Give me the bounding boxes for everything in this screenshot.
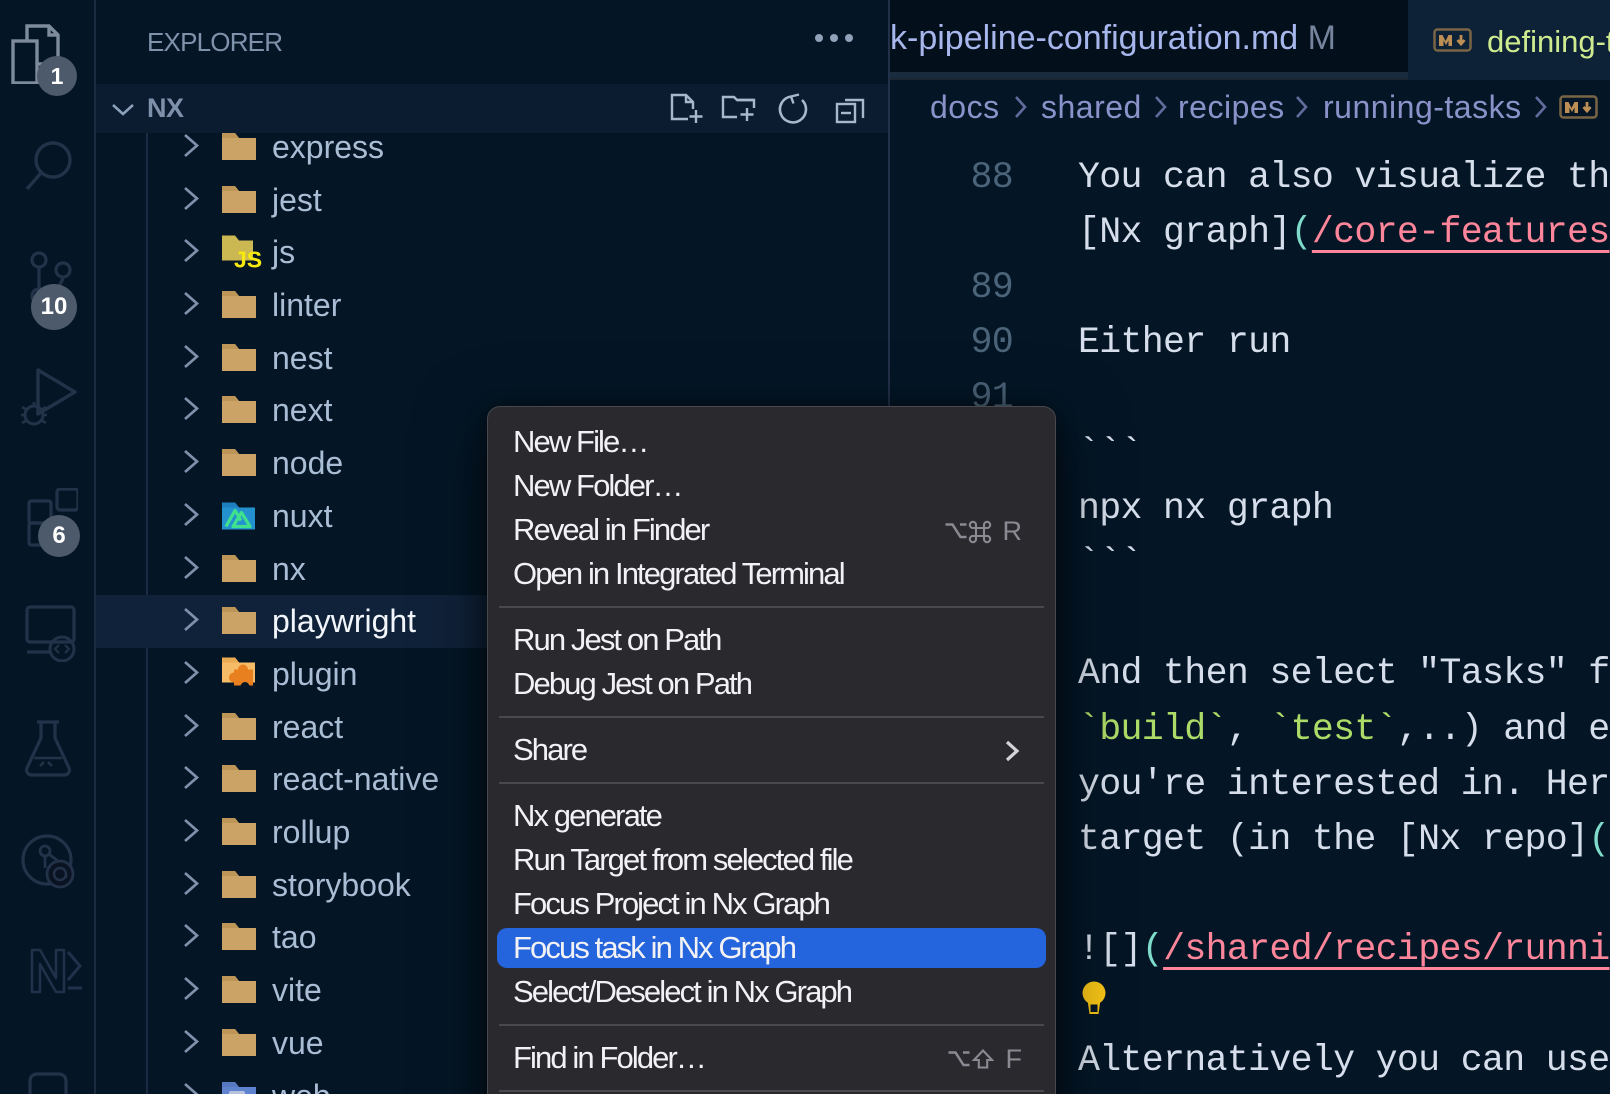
svg-text:JS: JS [234, 246, 262, 270]
